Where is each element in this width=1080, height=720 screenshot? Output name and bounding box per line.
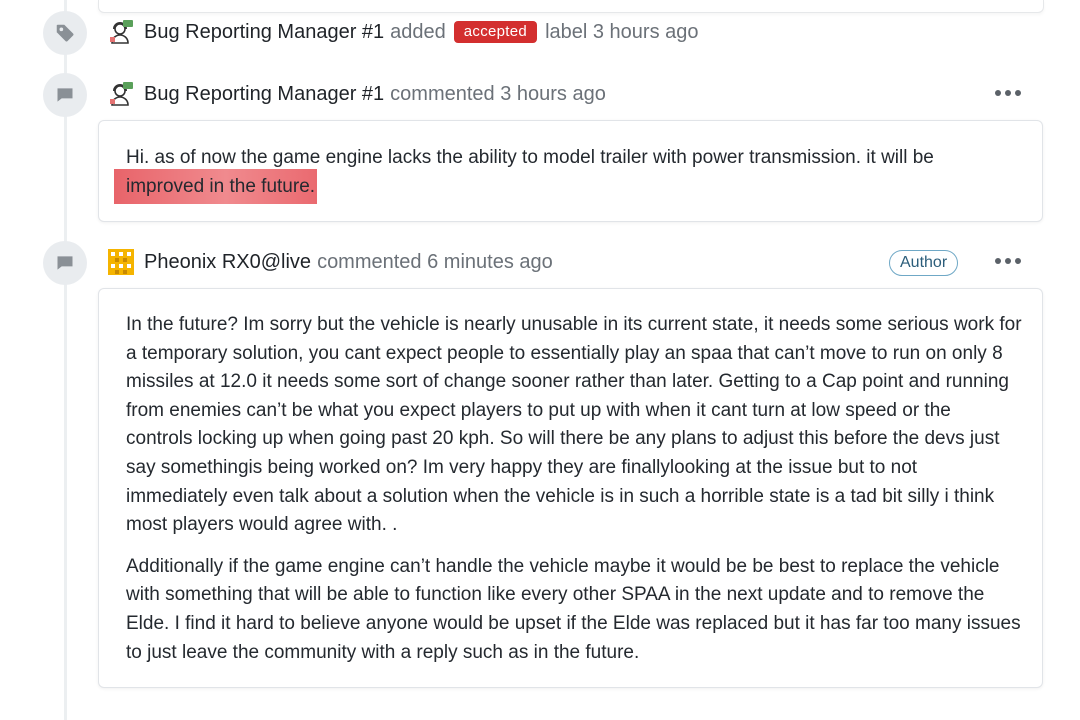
comment-meta[interactable]: commented 6 minutes ago: [317, 251, 553, 274]
user-avatar[interactable]: [108, 81, 134, 107]
user-avatar[interactable]: [108, 19, 134, 45]
username[interactable]: Bug Reporting Manager #1: [144, 21, 384, 44]
tag-icon: [43, 11, 87, 55]
event-suffix: label 3 hours ago: [545, 20, 699, 43]
comment-icon: [43, 73, 87, 117]
comment-header: Bug Reporting Manager #1 commented 3 hou…: [108, 81, 606, 107]
previous-comment-card: [98, 0, 1044, 13]
comment-card: In the future? Im sorry but the vehicle …: [98, 288, 1043, 688]
author-badge: Author: [889, 250, 959, 276]
comment-card: Hi. as of now the game engine lacks the …: [98, 120, 1043, 222]
username[interactable]: Bug Reporting Manager #1: [144, 83, 384, 106]
user-avatar[interactable]: [108, 249, 134, 275]
comment-text: Hi. as of now the game engine lacks the …: [126, 147, 934, 168]
comment-header: Pheonix RX0@live commented 6 minutes ago: [108, 249, 553, 275]
comment-paragraph: In the future? Im sorry but the vehicle …: [126, 314, 1022, 536]
highlighted-text: improved in the future.: [114, 168, 318, 204]
comment-paragraph: Additionally if the game engine can’t ha…: [126, 555, 1021, 663]
label-event: Bug Reporting Manager #1 added accepted …: [108, 19, 699, 45]
more-options-icon[interactable]: [995, 256, 1021, 266]
label-badge-accepted[interactable]: accepted: [453, 21, 538, 43]
comment-meta[interactable]: commented 3 hours ago: [390, 83, 606, 106]
username[interactable]: Pheonix RX0@live: [144, 251, 311, 274]
event-action: added: [390, 20, 446, 43]
more-options-icon[interactable]: [995, 88, 1021, 98]
comment-icon: [43, 241, 87, 285]
